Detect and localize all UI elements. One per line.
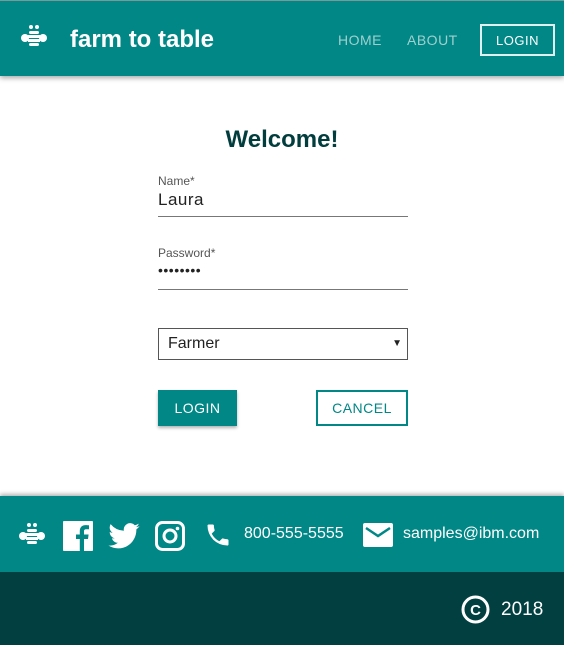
header: farm to table HOME ABOUT LOGIN (0, 0, 564, 76)
twitter-icon[interactable] (108, 523, 140, 549)
brand-title[interactable]: farm to table (70, 26, 214, 54)
copyright-icon: C (461, 595, 490, 624)
password-underline (158, 289, 408, 290)
instagram-icon[interactable] (155, 521, 185, 551)
nav-about[interactable]: ABOUT (407, 32, 458, 48)
facebook-icon[interactable] (63, 521, 93, 551)
name-label: Name* (158, 174, 195, 188)
dropdown-arrow-icon: ▼ (392, 338, 402, 349)
footer-email[interactable]: samples@ibm.com (403, 525, 539, 543)
bee-icon (19, 523, 45, 544)
footer-phone[interactable]: 800-555-5555 (244, 525, 344, 543)
copyright-year: 2018 (501, 599, 544, 620)
nav-login-button[interactable]: LOGIN (480, 24, 555, 56)
email-icon (363, 523, 393, 547)
role-select[interactable]: Farmer ▼ (158, 328, 408, 360)
footer: 800-555-5555 samples@ibm.com (0, 496, 564, 573)
nav-home[interactable]: HOME (338, 32, 382, 48)
password-label: Password* (158, 246, 216, 260)
password-field[interactable]: •••••••• (158, 262, 201, 278)
role-selected: Farmer (168, 335, 220, 352)
svg-text:C: C (470, 602, 481, 619)
phone-icon (207, 524, 229, 546)
footer-bottom: C 2018 (0, 572, 564, 645)
bee-logo-icon (21, 25, 47, 46)
login-button[interactable]: LOGIN (158, 390, 237, 426)
cancel-button[interactable]: CANCEL (316, 390, 408, 426)
name-field[interactable]: Laura (158, 190, 204, 210)
name-underline (158, 216, 408, 217)
page-title: Welcome! (225, 126, 339, 153)
